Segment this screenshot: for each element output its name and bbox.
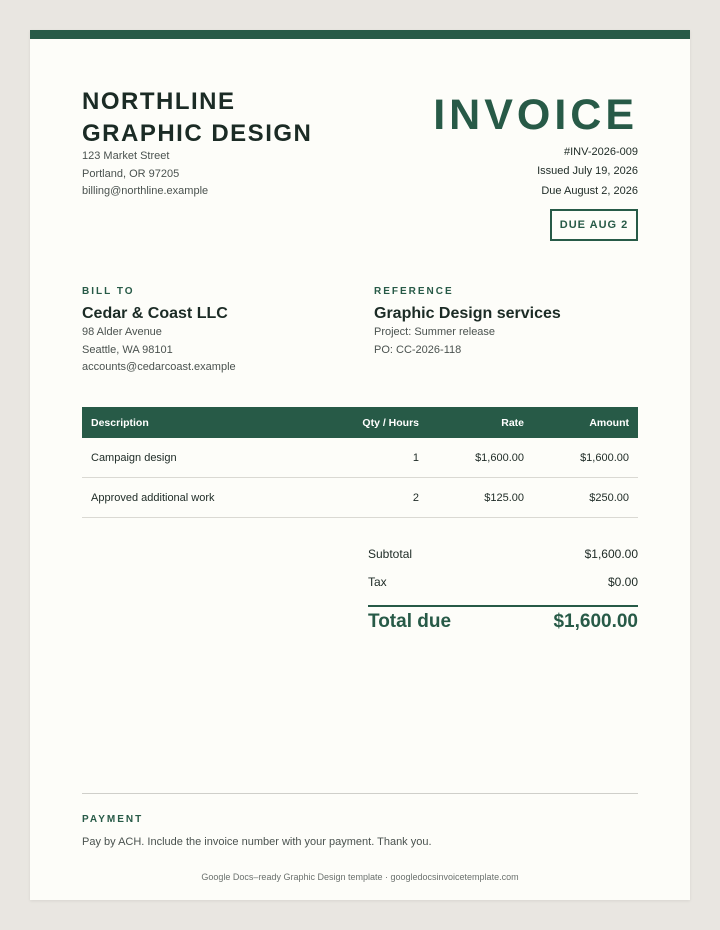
table-row: Campaign design 1 $1,600.00 $1,600.00 bbox=[82, 438, 638, 478]
payment-label: PAYMENT bbox=[82, 814, 144, 825]
row-amount: $250.00 bbox=[589, 491, 629, 504]
subtotal-value: $1,600.00 bbox=[584, 547, 638, 561]
header-qty: Qty / Hours bbox=[362, 416, 419, 429]
total-due-label: Total due bbox=[368, 611, 452, 632]
row-qty: 2 bbox=[412, 491, 419, 504]
company-address-line1: 123 Market Street bbox=[82, 150, 170, 162]
reference-project: Project: Summer release bbox=[374, 326, 496, 338]
bill-to-name: Cedar & Coast LLC bbox=[82, 305, 228, 322]
company-email: billing@northline.example bbox=[82, 185, 209, 197]
row-qty: 1 bbox=[412, 451, 419, 464]
table-header: Description Qty / Hours Rate Amount bbox=[82, 407, 638, 438]
table-row: Approved additional work 2 $125.00 $250.… bbox=[82, 478, 638, 518]
bill-to-email: accounts@cedarcoast.example bbox=[82, 361, 236, 373]
subtotal-label: Subtotal bbox=[368, 547, 413, 561]
reference-title: Graphic Design services bbox=[374, 305, 561, 322]
invoice-issued-date: Issued July 19, 2026 bbox=[537, 165, 638, 177]
total-due-value: $1,600.00 bbox=[553, 611, 638, 632]
line-items-table: Description Qty / Hours Rate Amount Camp… bbox=[82, 407, 638, 518]
company-name: NORTHLINE GRAPHIC DESIGN bbox=[82, 86, 312, 150]
header-rate: Rate bbox=[501, 416, 524, 429]
tax-row: Tax $0.00 bbox=[368, 575, 638, 589]
header-amount: Amount bbox=[589, 416, 629, 429]
due-badge: DUE AUG 2 bbox=[550, 209, 638, 241]
header-description: Description bbox=[91, 416, 149, 429]
tax-label: Tax bbox=[368, 575, 387, 589]
invoice-page: NORTHLINE GRAPHIC DESIGN 123 Market Stre… bbox=[30, 30, 690, 900]
row-rate: $1,600.00 bbox=[475, 451, 524, 464]
row-rate: $125.00 bbox=[484, 491, 524, 504]
company-name-line1: NORTHLINE bbox=[82, 88, 236, 115]
reference-label: REFERENCE bbox=[374, 286, 454, 297]
footer-divider bbox=[82, 793, 638, 794]
subtotal-row: Subtotal $1,600.00 bbox=[368, 547, 638, 561]
reference-po: PO: CC-2026-118 bbox=[374, 344, 462, 356]
invoice-due-date: Due August 2, 2026 bbox=[541, 185, 638, 197]
invoice-number: #INV-2026-009 bbox=[564, 146, 638, 158]
invoice-title: INVOICE bbox=[433, 91, 638, 139]
bill-to-address-line2: Seattle, WA 98101 bbox=[82, 344, 173, 356]
payment-instructions: Pay by ACH. Include the invoice number w… bbox=[82, 836, 432, 848]
row-description: Approved additional work bbox=[91, 491, 215, 504]
bill-to-label: BILL TO bbox=[82, 286, 135, 297]
bill-to-address-line1: 98 Alder Avenue bbox=[82, 326, 162, 338]
company-name-line2: GRAPHIC DESIGN bbox=[82, 120, 313, 147]
row-description: Campaign design bbox=[91, 451, 177, 464]
template-credit: Google Docs–ready Graphic Design templat… bbox=[201, 872, 519, 882]
total-divider bbox=[368, 605, 638, 607]
tax-value: $0.00 bbox=[607, 575, 638, 589]
company-address-line2: Portland, OR 97205 bbox=[82, 168, 180, 180]
row-amount: $1,600.00 bbox=[580, 451, 629, 464]
total-due-row: Total due $1,600.00 bbox=[368, 611, 638, 633]
